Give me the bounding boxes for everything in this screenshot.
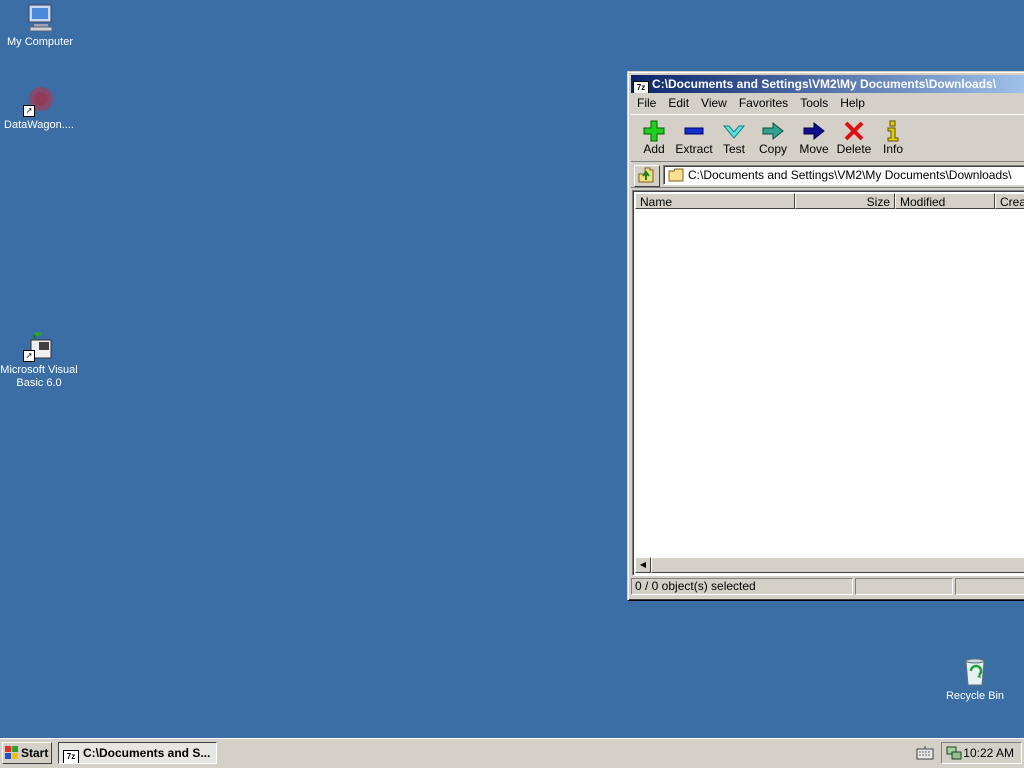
delete-label: Delete (836, 142, 872, 156)
start-button[interactable]: Start (2, 742, 52, 764)
shortcut-arrow-icon: ↗ (23, 350, 35, 362)
my-computer-icon (24, 2, 56, 34)
start-label: Start (21, 746, 49, 760)
window-title: C:\Documents and Settings\VM2\My Documen… (652, 77, 997, 91)
desktop-icon-label: DataWagon.... (4, 119, 74, 131)
folder-icon (668, 168, 684, 182)
delete-button[interactable]: Delete (834, 118, 874, 158)
column-header-created[interactable]: Creat (995, 193, 1024, 209)
status-cell-3 (955, 578, 1024, 595)
window-title-bar[interactable]: 7z C:\Documents and Settings\VM2\My Docum… (631, 75, 1024, 93)
copy-label: Copy (758, 142, 787, 156)
horizontal-scrollbar[interactable]: ◀ (635, 557, 1024, 573)
menu-favorites[interactable]: Favorites (733, 94, 794, 112)
status-bar: 0 / 0 object(s) selected (631, 577, 1024, 597)
datawagon-icon: ↗ (23, 85, 55, 117)
app-icon: 7z (63, 750, 79, 763)
system-tray: 10:22 AM (941, 742, 1022, 764)
taskbar-item-7zip[interactable]: 7z C:\Documents and S... (58, 742, 217, 764)
status-cell-2 (855, 578, 953, 595)
delete-icon (844, 121, 864, 141)
info-label: Info (882, 142, 903, 156)
scroll-thumb[interactable] (651, 557, 1024, 573)
column-header-size[interactable]: Size (795, 193, 895, 209)
scroll-left-button[interactable]: ◀ (635, 557, 651, 573)
network-icon[interactable] (946, 746, 962, 760)
move-label: Move (799, 142, 829, 156)
file-list[interactable]: Name Size Modified Creat ◀ (632, 190, 1024, 576)
desktop-icon-label: My Computer (6, 36, 74, 48)
address-field[interactable]: C:\Documents and Settings\VM2\My Documen… (663, 165, 1024, 185)
copy-icon (762, 121, 784, 141)
keyboard-icon[interactable] (916, 746, 934, 760)
clock[interactable]: 10:22 AM (963, 743, 1014, 763)
menu-help[interactable]: Help (834, 94, 871, 112)
extract-icon (684, 127, 704, 135)
desktop-icon-label: Recycle Bin (945, 690, 1005, 702)
recycle-bin-icon (959, 656, 991, 688)
test-button[interactable]: Test (714, 118, 754, 158)
up-folder-icon (638, 167, 654, 183)
file-manager-window[interactable]: 7z C:\Documents and Settings\VM2\My Docum… (627, 71, 1024, 600)
menu-file[interactable]: File (631, 94, 662, 112)
menu-bar: File Edit View Favorites Tools Help (631, 94, 1024, 112)
desktop-icon-my-computer[interactable]: My Computer (0, 2, 80, 49)
status-selection: 0 / 0 object(s) selected (631, 578, 853, 595)
move-icon (803, 121, 825, 141)
extract-button[interactable]: Extract (674, 118, 714, 158)
add-icon (643, 120, 665, 142)
windows-logo-icon (5, 746, 18, 759)
address-path: C:\Documents and Settings\VM2\My Documen… (688, 168, 1012, 182)
info-button[interactable]: Info (873, 118, 913, 158)
desktop-icon-recycle-bin[interactable]: Recycle Bin (935, 656, 1015, 703)
app-icon: 7z (633, 81, 649, 93)
toolbar: Add Extract Test Copy Move Delete Info (631, 114, 1024, 162)
desktop-icon-visual-basic[interactable]: ↗ Microsoft Visual Basic 6.0 (0, 330, 79, 390)
address-bar: C:\Documents and Settings\VM2\My Documen… (631, 163, 1024, 188)
column-header-modified[interactable]: Modified (895, 193, 995, 209)
test-icon (723, 125, 745, 139)
shortcut-arrow-icon: ↗ (23, 105, 35, 117)
column-header-name[interactable]: Name (635, 193, 795, 209)
up-folder-button[interactable] (634, 165, 660, 187)
add-label: Add (643, 142, 665, 156)
add-button[interactable]: Add (634, 118, 674, 158)
taskbar: Start 7z C:\Documents and S... 10:22 AM (0, 738, 1024, 768)
menu-tools[interactable]: Tools (794, 94, 834, 112)
info-icon (887, 120, 899, 142)
test-label: Test (722, 142, 745, 156)
desktop-icon-label: Microsoft Visual Basic 6.0 (0, 364, 78, 389)
copy-button[interactable]: Copy (753, 118, 793, 158)
visual-basic-icon: ↗ (23, 330, 55, 362)
extract-label: Extract (675, 142, 713, 156)
menu-view[interactable]: View (695, 94, 733, 112)
desktop-icon-datawagon[interactable]: ↗ DataWagon.... (0, 85, 79, 132)
taskbar-item-label: C:\Documents and S... (83, 746, 211, 760)
menu-edit[interactable]: Edit (662, 94, 695, 112)
move-button[interactable]: Move (794, 118, 834, 158)
